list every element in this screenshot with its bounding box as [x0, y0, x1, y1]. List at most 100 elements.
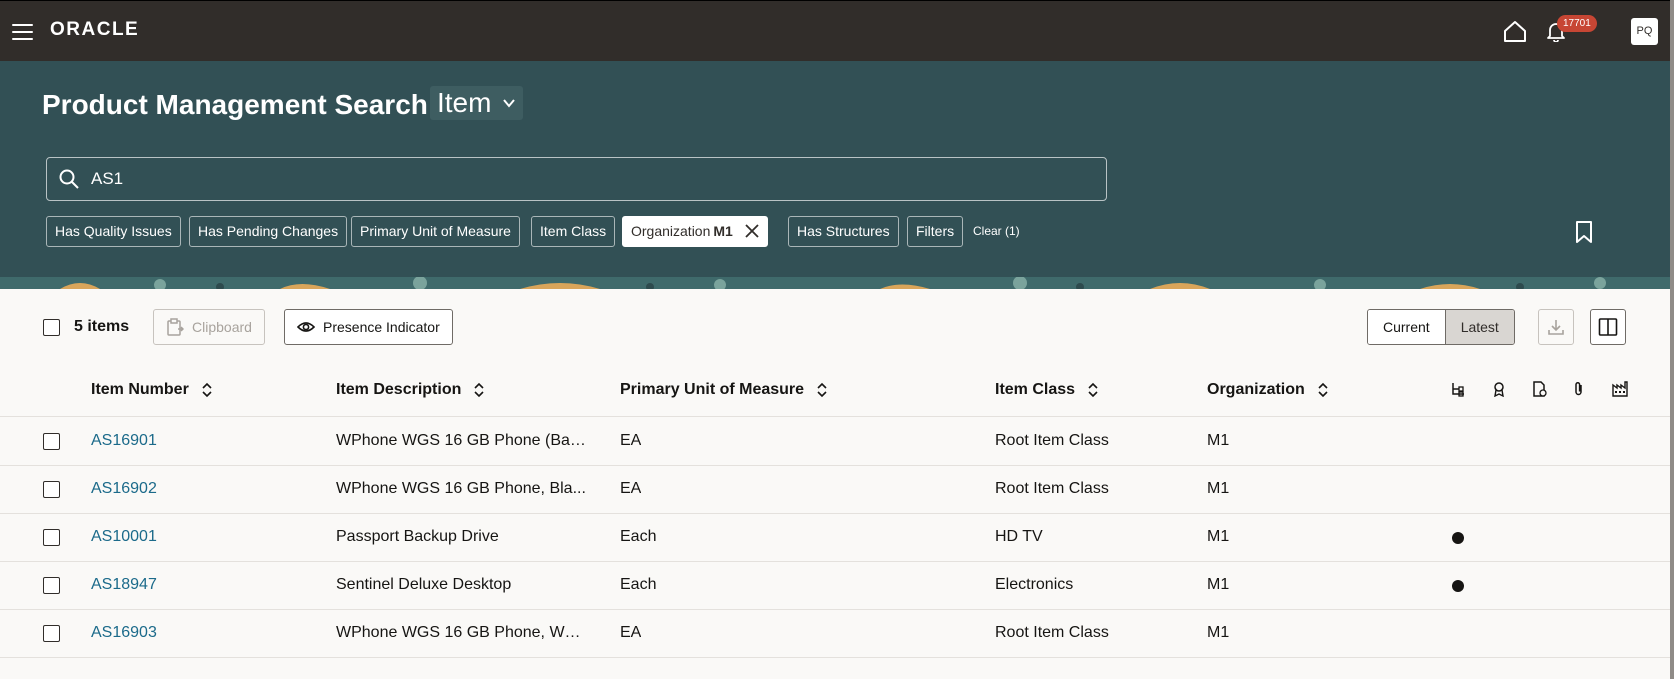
- row-checkbox[interactable]: [43, 577, 60, 594]
- global-header: ORACLE 17701 PQ: [0, 0, 1674, 61]
- item-organization: M1: [1207, 480, 1230, 497]
- close-icon[interactable]: [745, 224, 759, 238]
- decorative-banner: [0, 277, 1674, 289]
- row-checkbox[interactable]: [43, 433, 60, 450]
- table-row[interactable]: AS18947 Sentinel Deluxe Desktop Each Ele…: [0, 562, 1674, 610]
- item-number-link[interactable]: AS18947: [91, 576, 157, 594]
- column-organization-label: Organization: [1207, 381, 1305, 398]
- row-checkbox[interactable]: [43, 529, 60, 546]
- item-class: Root Item Class: [995, 624, 1109, 641]
- factory-icon: [1612, 381, 1628, 397]
- export-button[interactable]: [1538, 309, 1574, 345]
- presence-indicator-label: Presence Indicator: [323, 319, 440, 335]
- item-class: HD TV: [995, 528, 1043, 545]
- divider: [0, 657, 1674, 658]
- items-count: 5 items: [74, 318, 130, 335]
- table-row[interactable]: AS16902 WPhone WGS 16 GB Phone, Bla... E…: [0, 466, 1674, 514]
- version-toggle: Current Latest: [1367, 309, 1515, 345]
- sort-icon: [202, 382, 212, 398]
- filter-chip-organization-label: Organization: [631, 223, 711, 239]
- chevron-down-icon: [503, 99, 516, 108]
- clipboard-icon: [167, 318, 184, 336]
- search-icon: [59, 169, 79, 189]
- column-organization[interactable]: Organization: [1207, 381, 1329, 399]
- home-icon[interactable]: [1503, 20, 1527, 42]
- column-item-class-label: Item Class: [995, 381, 1076, 398]
- item-uom: EA: [620, 432, 642, 449]
- search-type-select[interactable]: Item: [430, 86, 524, 120]
- column-item-description-label: Item Description: [336, 381, 462, 398]
- table-row[interactable]: AS10001 Passport Backup Drive Each HD TV…: [0, 514, 1674, 562]
- filter-chip-uom[interactable]: Primary Unit of Measure: [351, 216, 520, 247]
- oracle-logo[interactable]: ORACLE: [50, 19, 139, 41]
- item-uom: EA: [620, 624, 642, 641]
- item-description: WPhone WGS 16 GB Phone, Bla...: [336, 480, 586, 497]
- item-description: WPhone WGS 16 GB Phone, Whi...: [336, 624, 586, 641]
- item-class: Root Item Class: [995, 432, 1109, 449]
- item-number-link[interactable]: AS10001: [91, 528, 157, 546]
- divider: [0, 416, 1674, 417]
- filter-chip-quality-issues[interactable]: Has Quality Issues: [46, 216, 181, 247]
- attachment-icon: [1575, 381, 1582, 396]
- structure-icon: [1452, 383, 1464, 397]
- menu-icon[interactable]: [12, 24, 33, 40]
- item-uom: Each: [620, 528, 657, 545]
- item-description: Sentinel Deluxe Desktop: [336, 576, 512, 593]
- latest-button[interactable]: Latest: [1444, 310, 1514, 344]
- item-number-link[interactable]: AS16902: [91, 480, 157, 498]
- user-avatar[interactable]: PQ: [1631, 18, 1658, 45]
- item-number-link[interactable]: AS16903: [91, 624, 157, 642]
- filter-chip-pending-changes[interactable]: Has Pending Changes: [189, 216, 348, 247]
- current-button[interactable]: Current: [1368, 310, 1445, 344]
- item-organization: M1: [1207, 624, 1230, 641]
- column-item-number-label: Item Number: [91, 381, 189, 398]
- download-icon: [1548, 320, 1564, 335]
- search-header: Product Management Search Item Has Quali…: [0, 61, 1674, 277]
- search-field[interactable]: [46, 157, 1107, 201]
- column-item-description[interactable]: Item Description: [336, 381, 485, 399]
- item-class: Electronics: [995, 576, 1074, 593]
- search-input[interactable]: [91, 166, 1071, 192]
- item-organization: M1: [1207, 576, 1230, 593]
- clear-filters-link[interactable]: Clear (1): [973, 224, 1020, 238]
- column-uom-label: Primary Unit of Measure: [620, 381, 805, 398]
- structure-indicator-dot: [1452, 532, 1464, 544]
- item-uom: EA: [620, 480, 642, 497]
- page-title: Product Management Search: [42, 89, 428, 120]
- column-uom[interactable]: Primary Unit of Measure: [620, 381, 828, 399]
- table-row[interactable]: AS16901 WPhone WGS 16 GB Phone (Bas... E…: [0, 418, 1674, 466]
- split-view-icon: [1598, 318, 1618, 336]
- award-icon: [1494, 382, 1504, 397]
- clipboard-button[interactable]: Clipboard: [153, 309, 265, 345]
- notification-badge: 17701: [1557, 15, 1597, 32]
- sort-icon: [1088, 382, 1098, 398]
- document-change-icon: [1533, 381, 1547, 397]
- item-class: Root Item Class: [995, 480, 1109, 497]
- filter-chip-organization-value: M1: [713, 223, 733, 239]
- vertical-scrollbar[interactable]: [1670, 0, 1674, 679]
- table-row[interactable]: AS16903 WPhone WGS 16 GB Phone, Whi... E…: [0, 610, 1674, 658]
- column-item-number[interactable]: Item Number: [91, 381, 213, 399]
- sort-icon: [1318, 382, 1328, 398]
- item-uom: Each: [620, 576, 657, 593]
- eye-icon: [297, 322, 315, 332]
- select-all-checkbox[interactable]: [43, 319, 60, 336]
- item-number-link[interactable]: AS16901: [91, 432, 157, 450]
- filter-chip-organization[interactable]: Organization M1: [622, 216, 768, 247]
- presence-indicator-button[interactable]: Presence Indicator: [284, 309, 453, 345]
- item-organization: M1: [1207, 528, 1230, 545]
- item-organization: M1: [1207, 432, 1230, 449]
- structure-indicator-dot: [1452, 580, 1464, 592]
- row-checkbox[interactable]: [43, 481, 60, 498]
- column-item-class[interactable]: Item Class: [995, 381, 1099, 399]
- filter-chip-structures[interactable]: Has Structures: [788, 216, 899, 247]
- sort-icon: [474, 382, 484, 398]
- filter-chip-item-class[interactable]: Item Class: [531, 216, 616, 247]
- item-description: Passport Backup Drive: [336, 528, 499, 545]
- bookmark-icon[interactable]: [1575, 221, 1593, 243]
- item-description: WPhone WGS 16 GB Phone (Bas...: [336, 432, 586, 449]
- detail-panel-button[interactable]: [1590, 309, 1626, 345]
- filters-button[interactable]: Filters: [907, 216, 964, 247]
- sort-icon: [817, 382, 827, 398]
- row-checkbox[interactable]: [43, 625, 60, 642]
